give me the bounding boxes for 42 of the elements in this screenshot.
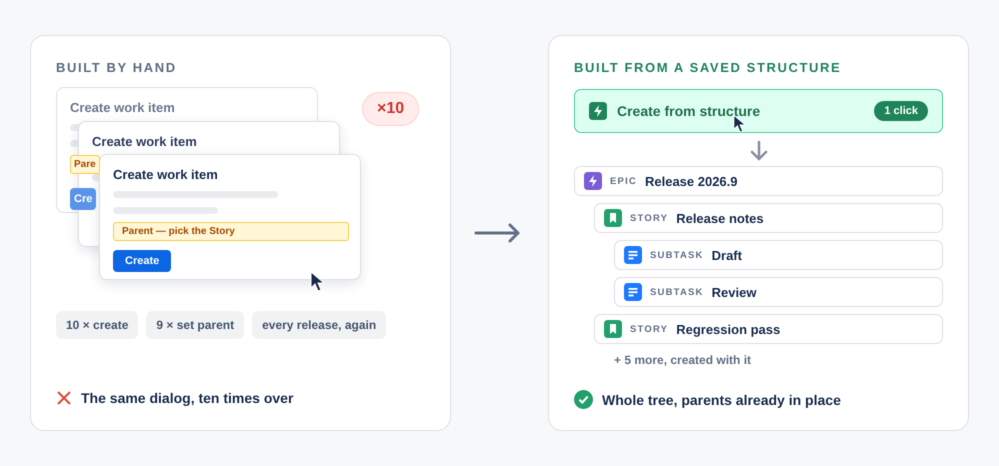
document-icon (624, 283, 642, 301)
issue-type-label: SUBTASK (650, 250, 704, 260)
dialog-title: Create work item (113, 167, 218, 182)
cross-icon (56, 390, 72, 406)
repeat-badge: ×10 (362, 92, 420, 126)
step-chip: 9 × set parent (146, 311, 244, 339)
more-items-note: + 5 more, created with it (614, 353, 752, 367)
work-item-title: Draft (712, 248, 742, 262)
down-arrow-icon (748, 140, 768, 162)
issue-type-label: STORY (630, 324, 668, 334)
work-item-title: Review (712, 284, 756, 300)
work-item-title: Regression pass (676, 322, 780, 336)
parent-field[interactable]: Parent — pick the Story (113, 222, 349, 241)
parent-field[interactable]: Pare (70, 155, 100, 174)
issue-type-label: STORY (630, 212, 668, 224)
work-item-title: Release 2026.9 (644, 174, 738, 188)
panel-heading: BUILT BY HAND (56, 60, 178, 75)
work-item-row[interactable]: EPIC Release 2026.9 (574, 166, 943, 196)
issue-type-label: EPIC (610, 176, 637, 186)
right-arrow-icon (474, 223, 522, 243)
work-item-row[interactable]: STORY Regression pass (594, 314, 943, 344)
bookmark-icon (604, 320, 622, 338)
step-chip: 10 × create (56, 311, 138, 339)
document-icon (624, 246, 642, 264)
lightning-icon (589, 102, 607, 120)
dialog-title: Create work item (92, 134, 197, 149)
work-item-row[interactable]: SUBTASK Draft (614, 240, 943, 270)
dialog-title: Create work item (70, 100, 175, 115)
check-circle-icon (574, 390, 593, 409)
work-item-row[interactable]: SUBTASK Review (614, 277, 943, 307)
work-item-title: Release notes (676, 210, 764, 226)
panel-heading: BUILT FROM A SAVED STRUCTURE (574, 60, 842, 75)
work-item-row[interactable]: STORY Release notes (594, 203, 943, 233)
create-from-structure-button[interactable]: Create from structure 1 click (574, 89, 943, 133)
step-chip: every release, again (252, 311, 386, 339)
lightning-icon (584, 172, 602, 190)
bookmark-icon (604, 209, 622, 227)
verdict-text: Whole tree, parents already in place (602, 392, 841, 408)
verdict-text: The same dialog, ten times over (81, 390, 294, 406)
click-count-badge: 1 click (874, 101, 928, 121)
issue-type-label: SUBTASK (650, 286, 704, 298)
create-button[interactable]: Create (113, 250, 172, 272)
